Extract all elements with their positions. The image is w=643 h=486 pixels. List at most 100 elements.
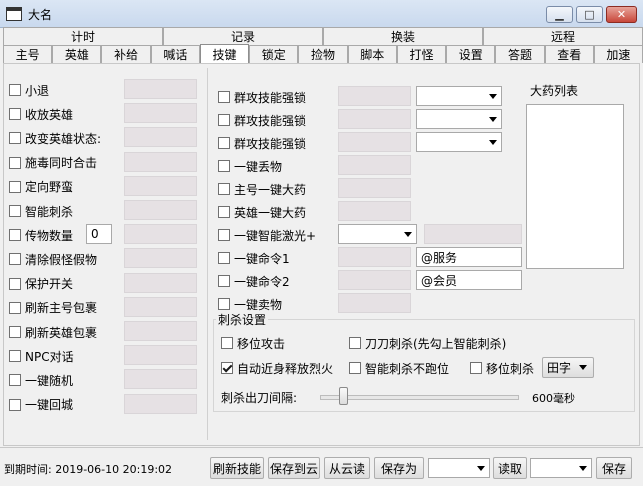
middle-option-checkbox[interactable]	[218, 252, 230, 264]
tab-main-11[interactable]: 查看	[544, 45, 594, 63]
skill-lock-field[interactable]	[338, 86, 411, 106]
read-select[interactable]	[530, 458, 592, 478]
save-as-button[interactable]: 保存为	[374, 457, 424, 479]
left-option-8[interactable]: 保护开关	[9, 275, 73, 293]
left-option-7[interactable]: 清除假怪假物	[9, 250, 97, 268]
left-option-field[interactable]	[124, 79, 197, 99]
tab-main-2[interactable]: 补给	[101, 45, 151, 63]
laser-field[interactable]	[424, 224, 522, 244]
tab-top-2[interactable]: 换装	[323, 27, 483, 45]
skill-lock-field[interactable]	[338, 132, 411, 152]
command-field[interactable]	[338, 270, 411, 290]
auto-fire-option[interactable]: 自动近身释放烈火	[221, 359, 333, 377]
middle-option-field[interactable]	[338, 293, 411, 313]
left-option-field[interactable]	[124, 321, 197, 341]
skill-lock-select[interactable]	[416, 86, 502, 106]
tab-main-1[interactable]: 英雄	[52, 45, 102, 63]
tab-top-3[interactable]: 远程	[483, 27, 643, 45]
middle-option-checkbox[interactable]	[218, 137, 230, 149]
potion-list[interactable]	[526, 104, 624, 269]
left-option-field[interactable]	[124, 151, 197, 172]
left-option-checkbox[interactable]	[9, 398, 21, 411]
left-option-field[interactable]	[124, 345, 197, 366]
middle-option-2[interactable]: 群攻技能强锁	[218, 134, 306, 152]
minimize-button[interactable]: ▁	[546, 6, 573, 23]
tab-main-6[interactable]: 捡物	[298, 45, 348, 63]
left-option-checkbox[interactable]	[9, 132, 21, 145]
left-option-field[interactable]	[124, 200, 197, 220]
middle-option-4[interactable]: 主号一键大药	[218, 180, 306, 198]
tab-main-12[interactable]: 加速	[593, 45, 643, 63]
left-option-field[interactable]	[124, 175, 197, 196]
left-option-12[interactable]: 一键随机	[9, 371, 73, 389]
interval-slider-track[interactable]	[320, 395, 519, 400]
tab-main-9[interactable]: 设置	[446, 45, 496, 63]
middle-option-6[interactable]: 一键智能激光+	[218, 226, 316, 244]
left-option-0[interactable]: 小退	[9, 81, 49, 99]
left-option-checkbox[interactable]	[9, 229, 21, 242]
left-option-checkbox[interactable]	[9, 326, 21, 338]
refresh-skills-button[interactable]: 刷新技能	[210, 457, 264, 479]
left-option-2[interactable]: 改变英雄状态:	[9, 129, 101, 147]
left-option-9[interactable]: 刷新主号包裹	[9, 299, 97, 317]
left-option-10[interactable]: 刷新英雄包裹	[9, 323, 97, 341]
no-run-checkbox[interactable]	[349, 362, 361, 374]
formation-select[interactable]: 田字	[542, 357, 594, 378]
tab-top-1[interactable]: 记录	[163, 27, 323, 45]
middle-option-5[interactable]: 英雄一键大药	[218, 203, 306, 221]
middle-option-checkbox[interactable]	[218, 229, 230, 241]
middle-option-7[interactable]: 一键命令1	[218, 249, 290, 267]
left-option-field[interactable]	[124, 224, 197, 245]
left-option-field[interactable]	[124, 296, 197, 317]
command-text-input[interactable]: @会员	[416, 270, 522, 290]
middle-option-checkbox[interactable]	[218, 298, 230, 310]
left-option-6[interactable]: 传物数量	[9, 226, 73, 244]
middle-option-checkbox[interactable]	[218, 206, 230, 218]
interval-slider-thumb[interactable]	[339, 387, 349, 405]
middle-option-0[interactable]: 群攻技能强锁	[218, 88, 306, 106]
blade-stab-checkbox[interactable]	[349, 337, 361, 349]
skill-lock-select[interactable]	[416, 132, 502, 152]
skill-lock-field[interactable]	[338, 109, 411, 129]
auto-fire-checkbox[interactable]	[221, 362, 233, 374]
left-option-field[interactable]	[124, 127, 197, 148]
middle-option-field[interactable]	[338, 201, 411, 221]
middle-option-3[interactable]: 一键丢物	[218, 157, 282, 175]
middle-option-field[interactable]	[338, 178, 411, 198]
move-stab-option[interactable]: 移位刺杀	[470, 359, 534, 377]
left-option-4[interactable]: 定向野蛮	[9, 178, 73, 196]
left-option-5[interactable]: 智能刺杀	[9, 202, 73, 220]
blade-stab-option[interactable]: 刀刀刺杀(先勾上智能刺杀)	[349, 334, 506, 352]
no-run-option[interactable]: 智能刺杀不跑位	[349, 359, 449, 377]
left-option-field[interactable]	[124, 393, 197, 414]
tab-main-10[interactable]: 答题	[495, 45, 545, 63]
move-attack-checkbox[interactable]	[221, 337, 233, 349]
left-option-11[interactable]: NPC对话	[9, 347, 74, 365]
move-stab-checkbox[interactable]	[470, 362, 482, 374]
middle-option-checkbox[interactable]	[218, 160, 230, 172]
tab-main-5[interactable]: 锁定	[249, 45, 299, 63]
left-option-checkbox[interactable]	[9, 156, 21, 169]
read-from-cloud-button[interactable]: 从云读	[324, 457, 370, 479]
command-field[interactable]	[338, 247, 411, 267]
tab-main-8[interactable]: 打怪	[396, 45, 447, 63]
left-option-checkbox[interactable]	[9, 301, 21, 314]
middle-option-checkbox[interactable]	[218, 91, 230, 103]
command-text-input[interactable]: @服务	[416, 247, 522, 267]
left-option-checkbox[interactable]	[9, 350, 21, 363]
tab-main-3[interactable]: 喊话	[150, 45, 200, 63]
middle-option-field[interactable]	[338, 155, 411, 175]
left-option-checkbox[interactable]	[9, 84, 21, 96]
tab-main-4[interactable]: 技键	[199, 44, 250, 63]
left-option-field[interactable]	[124, 369, 197, 390]
read-button[interactable]: 读取	[493, 457, 527, 479]
left-option-13[interactable]: 一键回城	[9, 396, 73, 414]
move-attack-option[interactable]: 移位攻击	[221, 334, 285, 352]
left-option-3[interactable]: 施毒同时合击	[9, 154, 97, 172]
left-option-checkbox[interactable]	[9, 374, 21, 387]
tab-top-0[interactable]: 计时	[3, 27, 163, 45]
left-option-1[interactable]: 收放英雄	[9, 105, 73, 123]
left-option-field[interactable]	[124, 248, 197, 269]
left-option-field[interactable]	[124, 103, 197, 124]
maximize-button[interactable]: □	[576, 6, 603, 23]
